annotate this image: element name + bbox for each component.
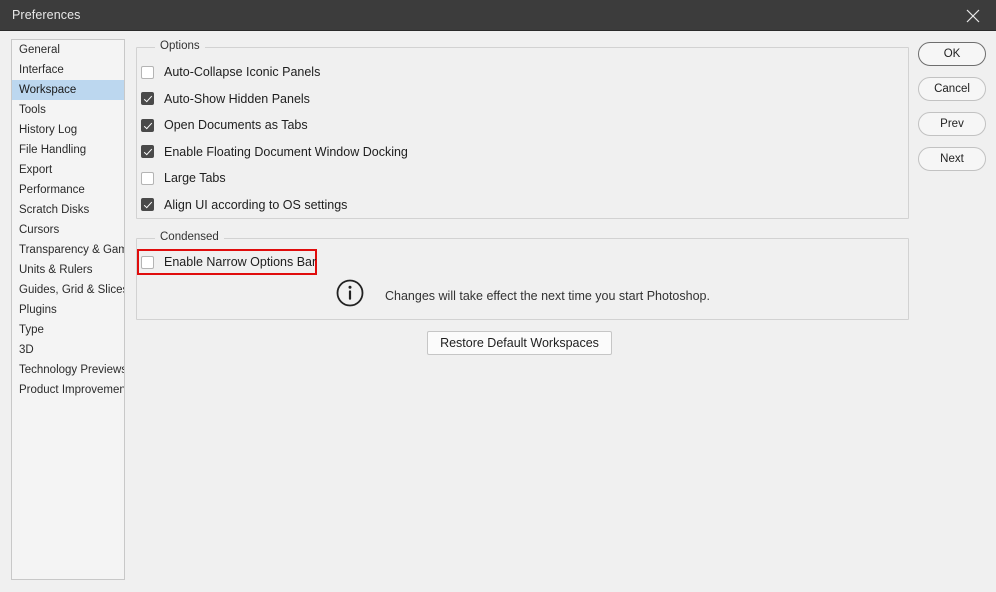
checkbox-row-open-documents-as-tabs[interactable]: Open Documents as Tabs [141, 116, 308, 134]
options-group-title: Options [155, 40, 205, 52]
checkbox-row-enable-narrow-options-bar[interactable]: Enable Narrow Options Bar [141, 253, 316, 271]
checkbox-label: Enable Floating Document Window Docking [164, 144, 408, 159]
checkbox-label: Large Tabs [164, 171, 226, 185]
checkbox-checked-icon[interactable] [141, 92, 154, 105]
checkbox-row-auto-show-hidden-panels[interactable]: Auto-Show Hidden Panels [141, 90, 310, 108]
info-icon [335, 278, 365, 313]
sidebar-item-units-rulers[interactable]: Units & Rulers [12, 260, 124, 280]
sidebar-item-guides-grid-slices[interactable]: Guides, Grid & Slices [12, 280, 124, 300]
close-glyph [966, 9, 980, 23]
sidebar-item-transparency-gamut[interactable]: Transparency & Gamut [12, 240, 124, 260]
info-note-text: Changes will take effect the next time y… [385, 288, 710, 303]
sidebar-item-workspace[interactable]: Workspace [12, 80, 124, 100]
info-glyph [336, 279, 364, 307]
info-note: Changes will take effect the next time y… [335, 278, 710, 313]
sidebar-item-performance[interactable]: Performance [12, 180, 124, 200]
title-bar: Preferences [0, 0, 996, 31]
window-title: Preferences [12, 8, 81, 22]
condensed-group-title: Condensed [155, 231, 224, 243]
checkbox-row-enable-floating-document-window-docking[interactable]: Enable Floating Document Window Docking [141, 143, 408, 161]
restore-default-workspaces-button[interactable]: Restore Default Workspaces [427, 331, 612, 355]
ok-button[interactable]: OK [918, 42, 986, 66]
checkbox-label: Align UI according to OS settings [164, 197, 348, 212]
sidebar-item-cursors[interactable]: Cursors [12, 220, 124, 240]
sidebar-item-history-log[interactable]: History Log [12, 120, 124, 140]
checkbox-label: Auto-Collapse Iconic Panels [164, 65, 321, 79]
prev-button[interactable]: Prev [918, 112, 986, 136]
sidebar-item-technology-previews[interactable]: Technology Previews [12, 360, 124, 380]
checkbox-row-align-ui-according-to-os-settings[interactable]: Align UI according to OS settings [141, 196, 347, 214]
sidebar-item-file-handling[interactable]: File Handling [12, 140, 124, 160]
checkbox-checked-icon[interactable] [141, 118, 154, 132]
checkbox-row-auto-collapse-iconic-panels[interactable]: Auto-Collapse Iconic Panels [141, 63, 320, 81]
checkbox-label: Open Documents as Tabs [164, 118, 308, 132]
checkbox-row-large-tabs[interactable]: Large Tabs [141, 169, 226, 187]
checkbox-unchecked-icon[interactable] [141, 255, 154, 269]
sidebar-item-interface[interactable]: Interface [12, 60, 124, 80]
preferences-dialog: Preferences General Interface Workspace Too… [0, 0, 996, 592]
sidebar-item-product-improvement[interactable]: Product Improvement [12, 380, 124, 400]
close-icon[interactable] [950, 0, 996, 31]
sidebar-item-3d[interactable]: 3D [12, 340, 124, 360]
sidebar-item-type[interactable]: Type [12, 320, 124, 340]
category-list[interactable]: General Interface Workspace Tools History Lo… [11, 39, 125, 580]
sidebar-item-plugins[interactable]: Plugins [12, 300, 124, 320]
cancel-button[interactable]: Cancel [918, 77, 986, 101]
checkbox-checked-icon[interactable] [141, 145, 154, 158]
sidebar-item-tools[interactable]: Tools [12, 100, 124, 120]
next-button[interactable]: Next [918, 147, 986, 171]
sidebar-item-scratch-disks[interactable]: Scratch Disks [12, 200, 124, 220]
sidebar-item-export[interactable]: Export [12, 160, 124, 180]
checkbox-unchecked-icon[interactable] [141, 171, 154, 185]
checkbox-label: Auto-Show Hidden Panels [164, 91, 310, 106]
sidebar-item-general[interactable]: General [12, 40, 124, 60]
checkbox-label: Enable Narrow Options Bar [164, 255, 317, 269]
checkbox-unchecked-icon[interactable] [141, 65, 154, 79]
checkbox-checked-icon[interactable] [141, 198, 154, 211]
